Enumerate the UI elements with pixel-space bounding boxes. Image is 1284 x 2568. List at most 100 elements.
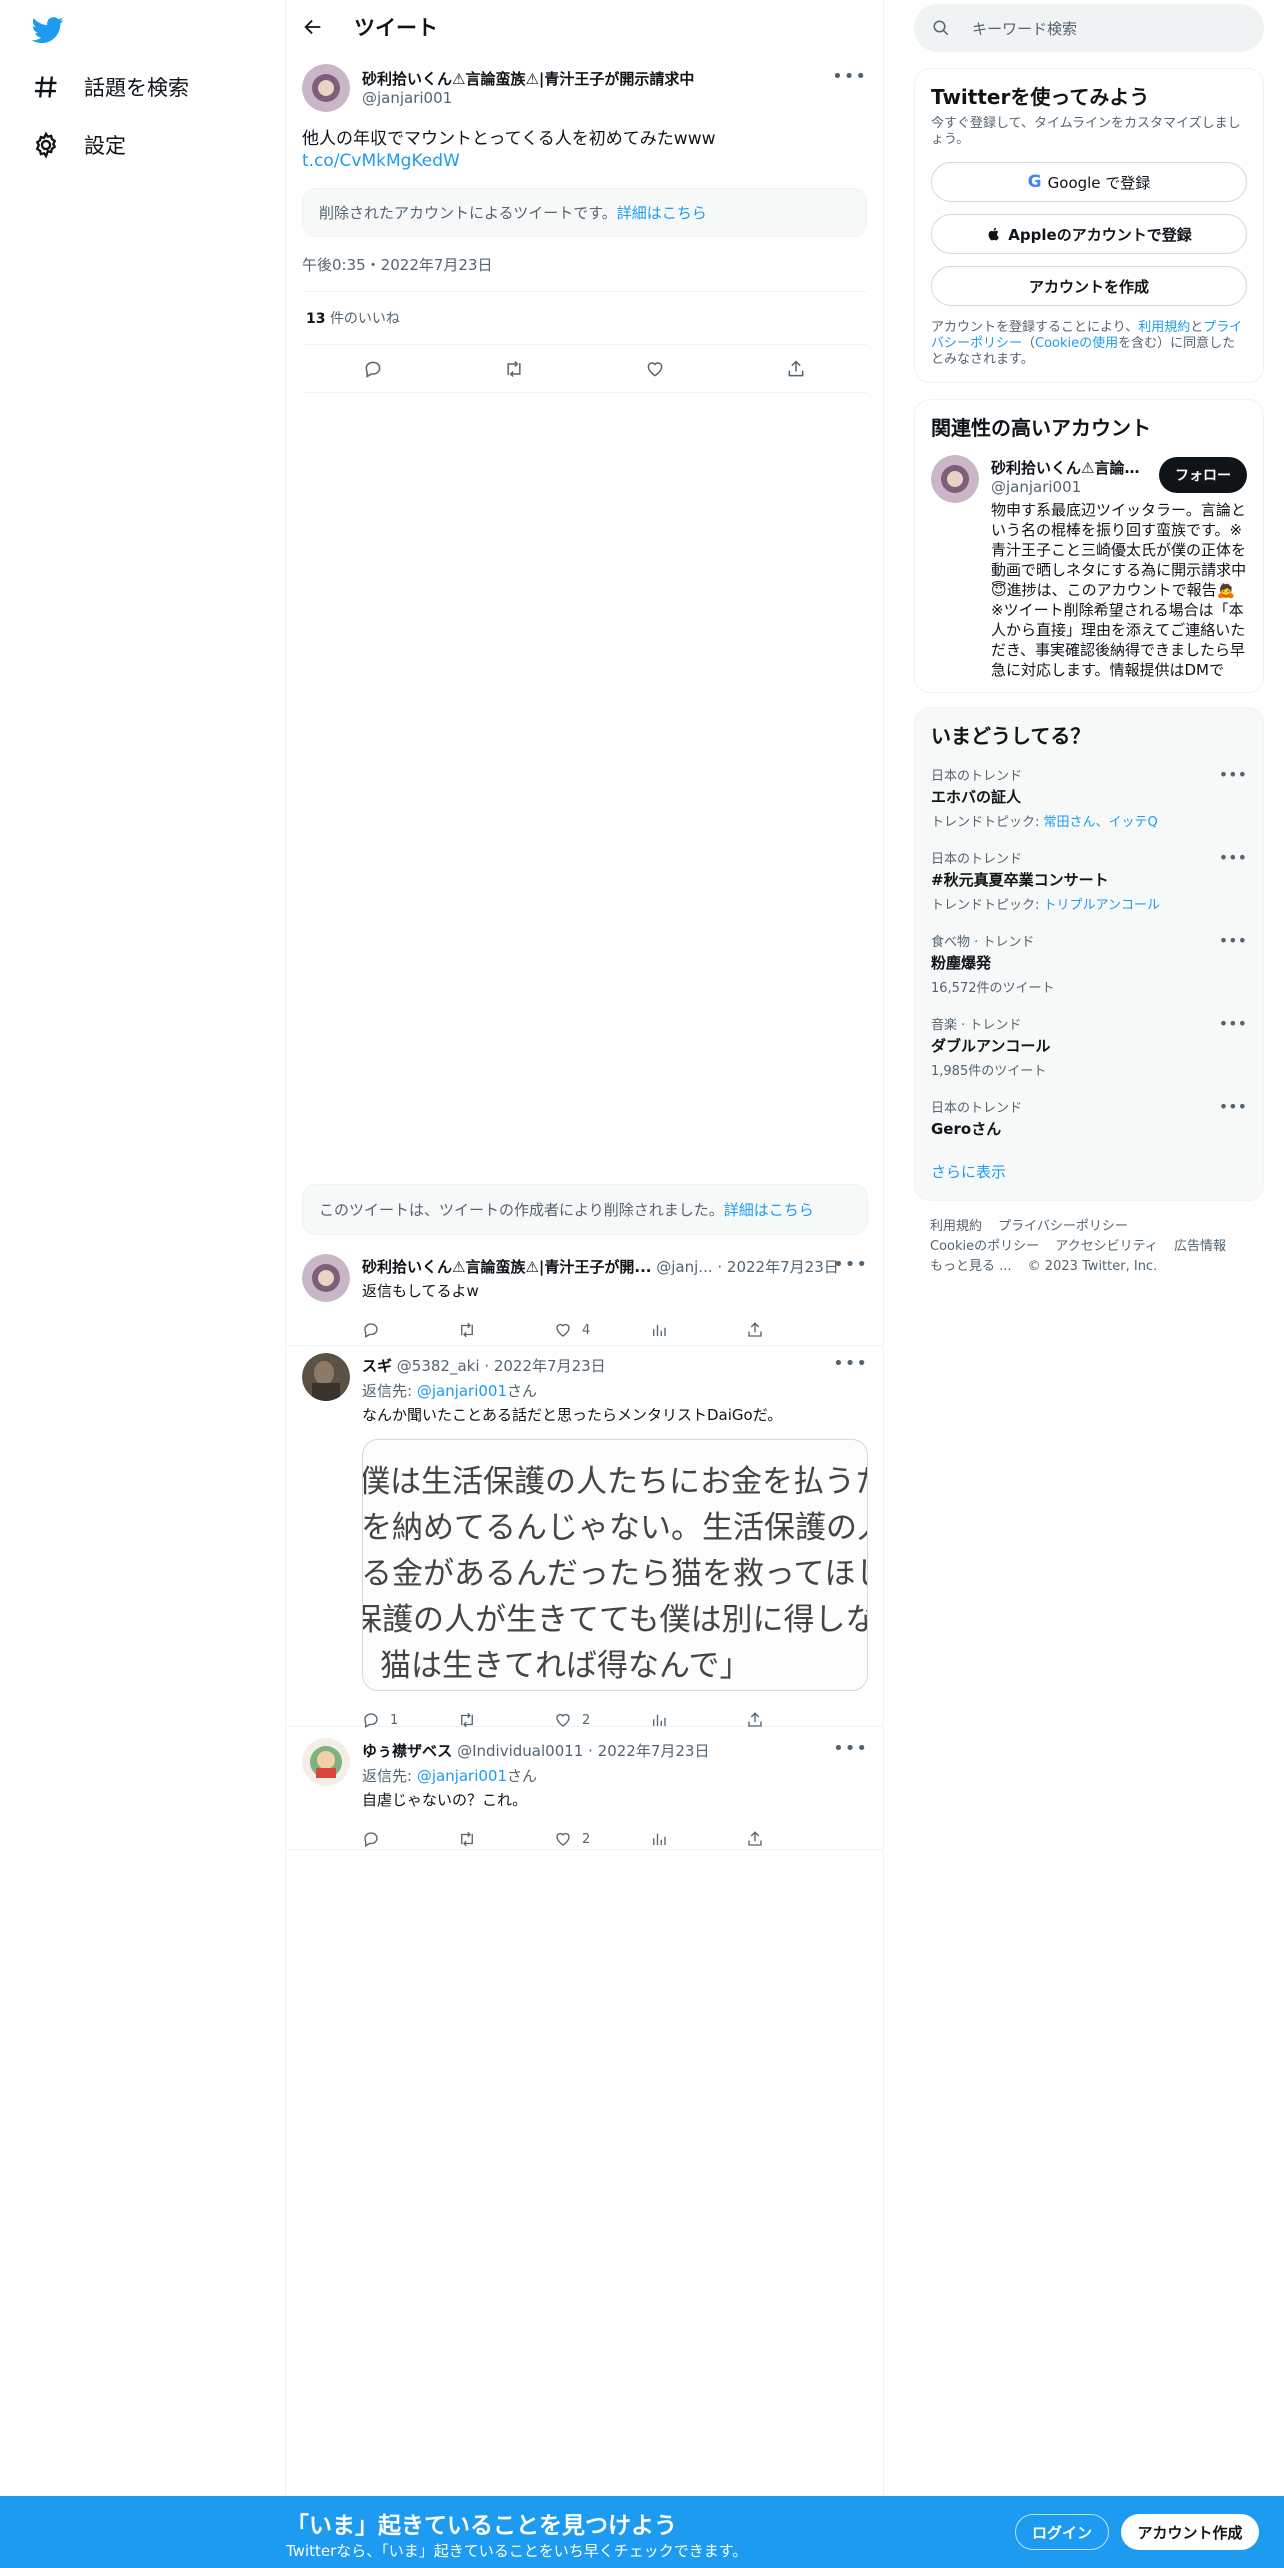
reply-to-handle[interactable]: @janjari001 [417,1382,507,1400]
avatar[interactable] [931,455,979,503]
share-button[interactable] [746,1321,786,1339]
share-icon[interactable] [786,359,806,379]
reply-author-handle[interactable]: @janj... [656,1258,712,1276]
footer-accessibility-link[interactable]: アクセシビリティ [1055,1239,1158,1254]
deleted-learn-more-link[interactable]: 詳細はこちら [724,1201,814,1219]
apple-icon [986,226,1002,242]
reply-icon[interactable] [363,359,383,379]
retweet-button[interactable] [458,1830,498,1848]
more-icon[interactable]: ••• [1219,1097,1247,1116]
footer-cookie-link[interactable]: Cookieのポリシー [930,1239,1039,1254]
legal-and: と [1190,320,1204,335]
trend-sub-link[interactable]: 常田さん、イッテQ [1044,815,1158,830]
retweet-icon[interactable] [504,359,524,379]
more-icon[interactable]: ••• [833,1353,868,1374]
apple-signup-button[interactable]: Appleのアカウントで登録 [931,214,1247,254]
tweet-link[interactable]: t.co/CvMkMgKedW [302,150,867,172]
more-icon[interactable]: ••• [1219,931,1247,950]
more-icon[interactable]: ••• [833,1254,868,1275]
retweet-button[interactable] [458,1711,498,1729]
likes-label: 件のいいね [329,311,400,327]
trend-context: 日本のトレンド [931,769,1023,784]
more-icon[interactable]: ••• [1219,1014,1247,1033]
author-name[interactable]: 砂利拾いくん⚠言論蛮族⚠|青汁王子が開示請求中 [362,68,694,89]
cookie-link[interactable]: Cookieの使用 [1035,336,1118,351]
views-button[interactable] [650,1711,690,1729]
reply-tweet[interactable]: スギ @5382_aki · 2022年7月23日 ••• 返信先: @janj… [286,1347,884,1729]
views-button[interactable] [650,1830,690,1848]
trend-item[interactable]: 日本のトレンド #秋元真夏卒業コンサート トレンドトピック: トリプルアンコール… [915,838,1263,921]
twitter-bird-icon[interactable] [32,14,64,46]
tweet-timestamp[interactable]: 午後0:35・2022年7月23日 [302,254,867,292]
reply-date[interactable]: · 2022年7月23日 [484,1357,605,1375]
like-button[interactable]: 2 [554,1830,594,1848]
trend-item[interactable]: 音楽 · トレンド ダブルアンコール 1,985件のツイート ••• [915,1004,1263,1087]
avatar[interactable] [302,64,350,112]
reply-author-name[interactable]: 砂利拾いくん⚠言論蛮族⚠|青汁王子が開... [362,1258,651,1276]
share-button[interactable] [746,1711,786,1729]
likes-count-row[interactable]: 13 件のいいね [302,292,867,345]
reply-button[interactable] [362,1830,402,1848]
nav-explore[interactable]: 話題を検索 [32,72,189,102]
reply-tweet[interactable]: 砂利拾いくん⚠言論蛮族⚠|青汁王子が開... @janj... · 2022年7… [286,1248,884,1346]
bottom-signup-bar: 「いま」起きていることを見つけよう Twitterなら、「いま」起きていることを… [0,2496,1284,2568]
footer-ads-link[interactable]: 広告情報 [1174,1239,1226,1254]
reply-to-suffix: さん [507,1382,538,1400]
create-account-label: アカウントを作成 [1028,277,1149,296]
google-icon: G [1027,172,1042,192]
views-button[interactable] [650,1321,690,1339]
reply-to-label: 返信先: [362,1382,417,1400]
reply-author-handle[interactable]: @Individual0011 [457,1742,583,1760]
search-icon [932,19,950,37]
google-signup-button[interactable]: G Google で登録 [931,162,1247,202]
trend-title: #秋元真夏卒業コンサート [931,871,1109,889]
create-account-button[interactable]: アカウントを作成 [931,266,1247,306]
footer-privacy-link[interactable]: プライバシーポリシー [998,1219,1128,1234]
share-button[interactable] [746,1830,786,1848]
media-caption-line: 保護の人が生きてても僕は別に得しないけど [362,1602,867,1638]
like-count: 2 [582,1712,591,1728]
terms-link[interactable]: 利用規約 [1138,320,1190,335]
more-icon[interactable]: ••• [1219,765,1247,784]
signup-button[interactable]: アカウント作成 [1121,2514,1259,2550]
reply-author-handle[interactable]: @5382_aki [397,1357,480,1375]
search-input[interactable]: キーワード検索 [914,4,1264,52]
trend-item[interactable]: 食べ物 · トレンド 粉塵爆発 16,572件のツイート ••• [915,921,1263,1004]
avatar[interactable] [302,1353,350,1401]
avatar[interactable] [302,1254,350,1302]
signup-card-title: Twitterを使ってみよう [931,85,1150,109]
learn-more-link[interactable]: 詳細はこちら [617,204,707,222]
show-more-link[interactable]: さらに表示 [915,1147,1263,1200]
reply-date[interactable]: · 2022年7月23日 [588,1742,709,1760]
follow-button[interactable]: フォロー [1159,457,1247,493]
more-icon[interactable]: ••• [1219,848,1247,867]
footer-terms-link[interactable]: 利用規約 [930,1219,982,1234]
arrow-left-icon[interactable] [302,16,324,38]
reply-to-handle[interactable]: @janjari001 [417,1767,507,1785]
reply-tweet[interactable]: ゆぅ襟ザベス @Individual0011 · 2022年7月23日 ••• … [286,1728,884,1850]
reply-button[interactable] [362,1321,402,1339]
avatar[interactable] [302,1738,350,1786]
nav-settings[interactable]: 設定 [32,130,126,160]
relevant-account-name[interactable]: 砂利拾いくん⚠言論蛮族⚠|青汁王子が開示請求中 [991,457,1141,478]
heart-icon[interactable] [645,359,665,379]
reply-button[interactable]: 1 [362,1711,402,1729]
footer-more-link[interactable]: もっと見る ... [930,1259,1012,1274]
reply-date[interactable]: · 2022年7月23日 [717,1258,838,1276]
trend-item[interactable]: 日本のトレンド エホバの証人 トレンドトピック: 常田さん、イッテQ ••• [915,755,1263,838]
like-button[interactable]: 4 [554,1321,594,1339]
reply-text: なんか聞いたことある話だと思ったらメンタリストDaiGoだ。 [362,1406,783,1424]
reply-author-name[interactable]: スギ [362,1357,392,1375]
trend-sub-link[interactable]: トリプルアンコール [1044,898,1160,913]
reply-text: 自虐じゃないの？これ。 [362,1791,528,1809]
tweet-media-image[interactable]: 僕は生活保護の人たちにお金を払うために税 を納めてるんじゃない。生活保護の人に食… [362,1439,868,1691]
like-button[interactable]: 2 [554,1711,594,1729]
trend-item[interactable]: 日本のトレンド Geroさん ••• [915,1087,1263,1147]
more-icon[interactable]: ••• [833,1738,868,1759]
more-icon[interactable]: ••• [832,66,867,87]
reply-author-name[interactable]: ゆぅ襟ザベス [362,1742,452,1760]
retweet-button[interactable] [458,1321,498,1339]
author-handle[interactable]: @janjari001 [362,89,694,107]
login-button[interactable]: ログイン [1015,2514,1109,2550]
relevant-account-bio: 物申す系最底辺ツイッタラー。言論という名の棍棒を振り回す蛮族です。※青汁王子こと… [991,501,1247,679]
